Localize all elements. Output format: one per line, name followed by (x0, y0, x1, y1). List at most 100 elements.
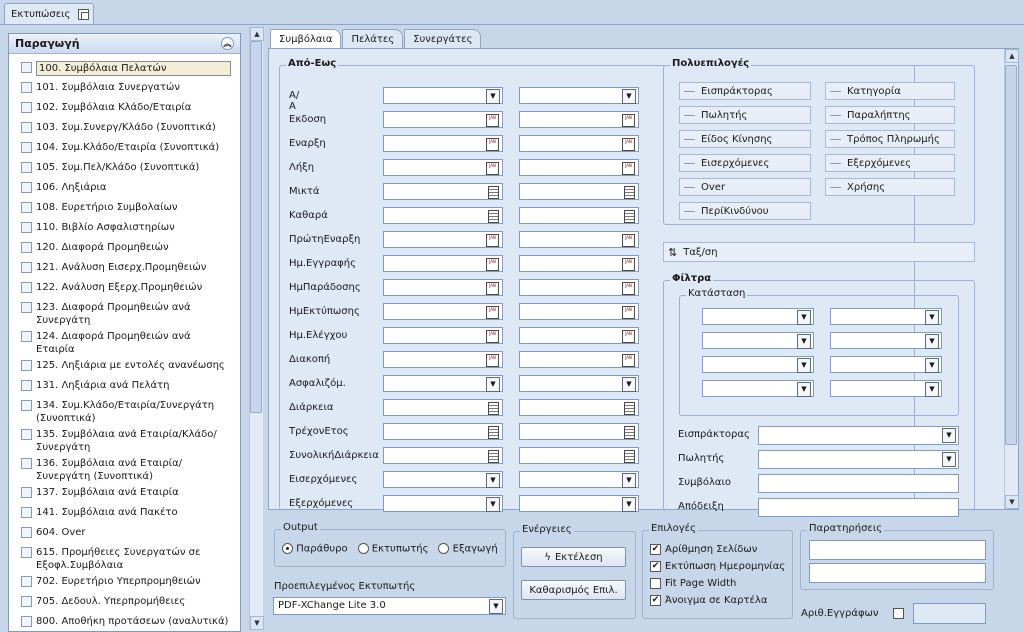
report-item[interactable]: 100. Συμβόλαια Πελατών (21, 58, 240, 78)
clear-selection-button[interactable]: Καθαρισμός Επιλ. (521, 580, 626, 600)
report-item[interactable]: 131. Ληξιάρια ανά Πελάτη (21, 376, 240, 396)
radio-printer[interactable] (357, 543, 369, 554)
range-from-field[interactable] (383, 279, 503, 296)
multiselect-toggle[interactable]: Παραλήπτης (825, 106, 955, 124)
report-checkbox[interactable] (21, 429, 32, 440)
sort-button[interactable]: ⇅ Ταξ/ση (663, 242, 975, 262)
report-checkbox[interactable] (21, 162, 32, 173)
chevron-up-icon[interactable]: ︽ (221, 37, 234, 50)
output-window-option[interactable]: Παράθυρο (282, 543, 348, 555)
report-item[interactable]: 104. Συμ.Κλάδο/Εταιρία (Συνοπτικά) (21, 138, 240, 158)
range-to-field[interactable] (519, 183, 639, 200)
report-checkbox[interactable] (21, 182, 32, 193)
report-item[interactable]: 135. Συμβόλαια ανά Εταιρία/Κλάδο/Συνεργά… (21, 425, 240, 454)
option-checkbox[interactable]: ✔ (650, 595, 661, 606)
output-export-option[interactable]: Εξαγωγή (438, 543, 498, 555)
range-from-field[interactable] (383, 207, 503, 224)
report-item[interactable]: 101. Συμβόλαια Συνεργατών (21, 78, 240, 98)
range-from-field[interactable] (383, 399, 503, 416)
multiselect-toggle[interactable]: Εισπράκτορας (679, 82, 811, 100)
range-to-field[interactable] (519, 135, 639, 152)
report-item[interactable]: 123. Διαφορά Προμηθειών ανά Συνεργάτη (21, 298, 240, 327)
run-button[interactable]: ϟ Εκτέλεση (521, 547, 626, 567)
option-checkbox[interactable] (650, 578, 661, 589)
status-select[interactable] (830, 356, 942, 373)
status-select[interactable] (702, 356, 814, 373)
range-to-field[interactable] (519, 399, 639, 416)
range-from-field[interactable] (383, 159, 503, 176)
report-item[interactable]: 110. Βιβλίο Ασφαλιστηρίων (21, 218, 240, 238)
document-tab[interactable]: Εκτυπώσεις (4, 3, 94, 25)
left-scrollbar[interactable]: ▲ ▼ (249, 27, 264, 630)
range-from-field[interactable] (383, 135, 503, 152)
report-checkbox[interactable] (21, 82, 32, 93)
multiselect-toggle[interactable]: Χρήσης (825, 178, 955, 196)
report-item[interactable]: 120. Διαφορά Προμηθειών (21, 238, 240, 258)
report-checkbox[interactable] (21, 62, 32, 73)
report-item[interactable]: 103. Συμ.Συνεργ/Κλάδο (Συνοπτικά) (21, 118, 240, 138)
range-from-field[interactable] (383, 87, 503, 104)
report-checkbox[interactable] (21, 262, 32, 273)
filter-field[interactable] (758, 474, 959, 493)
main-scroll-up-icon[interactable]: ▲ (1005, 49, 1019, 63)
main-scroll-thumb[interactable] (1005, 65, 1017, 445)
report-checkbox[interactable] (21, 102, 32, 113)
report-checkbox[interactable] (21, 596, 32, 607)
multiselect-toggle[interactable]: ΠερίΚινδύνου (679, 202, 811, 220)
report-item[interactable]: 604. Over (21, 523, 240, 543)
report-item[interactable]: 800. Αποθήκη προτάσεων (αναλυτικά) (21, 612, 240, 632)
option-item[interactable]: ✔ Άνοιγμα σε Καρτέλα (650, 592, 785, 609)
range-to-field[interactable] (519, 159, 639, 176)
report-checkbox[interactable] (21, 458, 32, 469)
multiselect-toggle[interactable]: Over (679, 178, 811, 196)
report-checkbox[interactable] (21, 360, 32, 371)
range-to-field[interactable] (519, 111, 639, 128)
filter-field[interactable] (758, 450, 959, 469)
range-to-field[interactable] (519, 351, 639, 368)
printer-select[interactable]: PDF-XChange Lite 3.0 (273, 597, 506, 615)
range-from-field[interactable] (383, 183, 503, 200)
range-to-field[interactable] (519, 87, 639, 104)
output-printer-option[interactable]: Εκτυπωτής (357, 543, 428, 555)
report-checkbox[interactable] (21, 202, 32, 213)
report-item[interactable]: 108. Ευρετήριο Συμβολαίων (21, 198, 240, 218)
status-select[interactable] (702, 308, 814, 325)
report-item[interactable]: 705. Δεδουλ. Υπερπρομήθειες (21, 592, 240, 612)
range-from-field[interactable] (383, 447, 503, 464)
option-checkbox[interactable]: ✔ (650, 544, 661, 555)
status-select[interactable] (702, 380, 814, 397)
report-item[interactable]: 134. Συμ.Κλάδο/Εταιρία/Συνεργάτη (Συνοπτ… (21, 396, 240, 425)
report-checkbox[interactable] (21, 122, 32, 133)
report-item[interactable]: 136. Συμβόλαια ανά Εταιρία/Συνεργάτη (Συ… (21, 454, 240, 483)
report-item[interactable]: 125. Ληξιάρια με εντολές ανανέωσης (21, 356, 240, 376)
report-checkbox[interactable] (21, 400, 32, 411)
left-scroll-thumb[interactable] (250, 41, 262, 413)
scroll-down-icon[interactable]: ▼ (250, 616, 264, 630)
multiselect-toggle[interactable]: Κατηγορία (825, 82, 955, 100)
report-item[interactable]: 102. Συμβόλαια Κλάδο/Εταιρία (21, 98, 240, 118)
report-checkbox[interactable] (21, 282, 32, 293)
multiselect-toggle[interactable]: Τρόπος Πληρωμής (825, 130, 955, 148)
report-checkbox[interactable] (21, 380, 32, 391)
report-item[interactable]: 141. Συμβόλαια ανά Πακέτο (21, 503, 240, 523)
notes-field-1[interactable] (809, 540, 986, 560)
range-from-field[interactable] (383, 303, 503, 320)
option-item[interactable]: ✔ Αρίθμηση Σελίδων (650, 541, 785, 558)
report-checkbox[interactable] (21, 487, 32, 498)
report-checkbox[interactable] (21, 507, 32, 518)
range-to-field[interactable] (519, 207, 639, 224)
report-item[interactable]: 122. Ανάλυση Εξερχ.Προμηθειών (21, 278, 240, 298)
range-from-field[interactable] (383, 423, 503, 440)
multiselect-toggle[interactable]: Εξερχόμενες (825, 154, 955, 172)
radio-window[interactable] (282, 543, 293, 554)
copies-input[interactable] (913, 603, 986, 624)
status-select[interactable] (830, 332, 942, 349)
report-item[interactable]: 137. Συμβόλαια ανά Εταιρία (21, 483, 240, 503)
option-item[interactable]: Fit Page Width (650, 575, 785, 592)
filter-field[interactable] (758, 426, 959, 445)
report-checkbox[interactable] (21, 302, 32, 313)
notes-field-2[interactable] (809, 563, 986, 583)
multiselect-toggle[interactable]: Πωλητής (679, 106, 811, 124)
range-from-field[interactable] (383, 231, 503, 248)
report-checkbox[interactable] (21, 142, 32, 153)
